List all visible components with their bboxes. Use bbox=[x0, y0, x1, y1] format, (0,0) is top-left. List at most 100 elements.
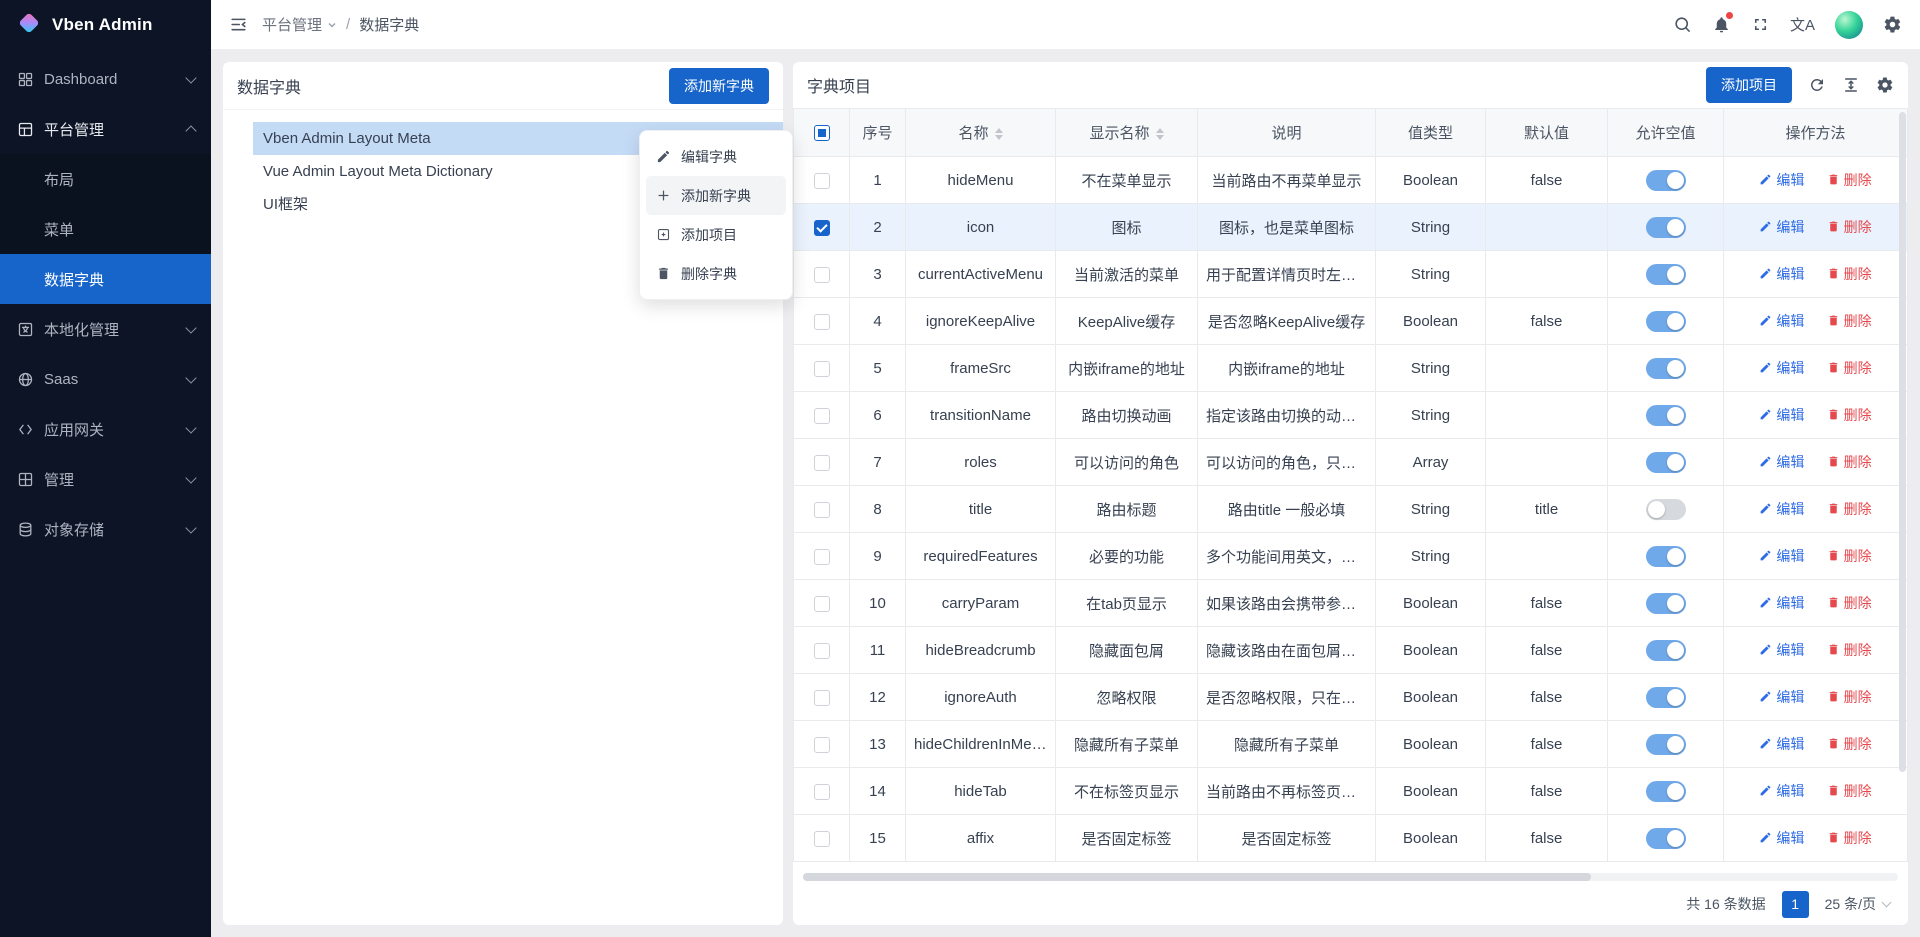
allow-null-toggle[interactable] bbox=[1646, 593, 1686, 614]
delete-button[interactable]: 删除 bbox=[1827, 734, 1872, 754]
allow-null-toggle[interactable] bbox=[1646, 499, 1686, 520]
edit-button[interactable]: 编辑 bbox=[1759, 687, 1804, 707]
delete-button[interactable]: 删除 bbox=[1827, 499, 1872, 519]
sidebar-item-app-gateway[interactable]: 应用网关 bbox=[0, 404, 211, 454]
column-header-name[interactable]: 名称 bbox=[906, 109, 1056, 157]
context-menu-item-edit-dictionary[interactable]: 编辑字典 bbox=[646, 137, 786, 176]
edit-button[interactable]: 编辑 bbox=[1759, 546, 1804, 566]
row-checkbox[interactable] bbox=[814, 502, 830, 518]
delete-button[interactable]: 删除 bbox=[1827, 640, 1872, 660]
allow-null-toggle[interactable] bbox=[1646, 452, 1686, 473]
row-checkbox[interactable] bbox=[814, 831, 830, 847]
row-checkbox[interactable] bbox=[814, 690, 830, 706]
edit-button[interactable]: 编辑 bbox=[1759, 828, 1804, 848]
add-item-button[interactable]: 添加项目 bbox=[1706, 67, 1792, 103]
allow-null-toggle[interactable] bbox=[1646, 311, 1686, 332]
delete-button[interactable]: 删除 bbox=[1827, 358, 1872, 378]
row-height-icon[interactable] bbox=[1842, 76, 1860, 94]
add-dictionary-button[interactable]: 添加新字典 bbox=[669, 68, 769, 104]
context-menu-item-add-dictionary[interactable]: 添加新字典 bbox=[646, 176, 786, 215]
language-translate-icon[interactable]: 文A bbox=[1790, 14, 1815, 35]
allow-null-toggle[interactable] bbox=[1646, 828, 1686, 849]
page-number-button[interactable]: 1 bbox=[1782, 891, 1809, 918]
edit-button[interactable]: 编辑 bbox=[1759, 452, 1804, 472]
vertical-scrollbar[interactable] bbox=[1899, 112, 1906, 829]
edit-button[interactable]: 编辑 bbox=[1759, 170, 1804, 190]
delete-button[interactable]: 删除 bbox=[1827, 170, 1872, 190]
refresh-icon[interactable] bbox=[1808, 76, 1826, 94]
allow-null-toggle[interactable] bbox=[1646, 546, 1686, 567]
allow-null-toggle[interactable] bbox=[1646, 640, 1686, 661]
row-checkbox[interactable] bbox=[814, 220, 830, 236]
delete-button[interactable]: 删除 bbox=[1827, 452, 1872, 472]
context-menu-item-add-item[interactable]: 添加项目 bbox=[646, 215, 786, 254]
allow-null-toggle[interactable] bbox=[1646, 264, 1686, 285]
row-checkbox[interactable] bbox=[814, 549, 830, 565]
column-header-display-name[interactable]: 显示名称 bbox=[1056, 109, 1198, 157]
vertical-scrollbar-thumb[interactable] bbox=[1899, 112, 1906, 772]
edit-button[interactable]: 编辑 bbox=[1759, 264, 1804, 284]
allow-null-toggle[interactable] bbox=[1646, 358, 1686, 379]
row-checkbox[interactable] bbox=[814, 596, 830, 612]
delete-button[interactable]: 删除 bbox=[1827, 593, 1872, 613]
page-size-select[interactable]: 25 条/页 bbox=[1825, 894, 1890, 914]
horizontal-scrollbar[interactable] bbox=[803, 873, 1898, 881]
sidebar-item-platform-management[interactable]: 平台管理 bbox=[0, 104, 211, 154]
context-menu-item-label: 删除字典 bbox=[681, 264, 737, 284]
theme-settings-gear-icon[interactable] bbox=[1883, 15, 1902, 34]
row-checkbox[interactable] bbox=[814, 408, 830, 424]
delete-button[interactable]: 删除 bbox=[1827, 217, 1872, 237]
app-logo[interactable]: Vben Admin bbox=[0, 0, 211, 50]
delete-button[interactable]: 删除 bbox=[1827, 687, 1872, 707]
allow-null-toggle[interactable] bbox=[1646, 781, 1686, 802]
context-menu-item-delete-dictionary[interactable]: 删除字典 bbox=[646, 254, 786, 293]
sidebar-item-management[interactable]: 管理 bbox=[0, 454, 211, 504]
row-checkbox[interactable] bbox=[814, 643, 830, 659]
allow-null-toggle[interactable] bbox=[1646, 217, 1686, 238]
row-checkbox[interactable] bbox=[814, 455, 830, 471]
allow-null-toggle[interactable] bbox=[1646, 687, 1686, 708]
edit-button[interactable]: 编辑 bbox=[1759, 311, 1804, 331]
sidebar-item-data-dictionary[interactable]: 数据字典 bbox=[0, 254, 211, 304]
breadcrumb-item-platform-management[interactable]: 平台管理 bbox=[262, 14, 337, 35]
allow-null-toggle[interactable] bbox=[1646, 734, 1686, 755]
delete-button[interactable]: 删除 bbox=[1827, 828, 1872, 848]
delete-button[interactable]: 删除 bbox=[1827, 405, 1872, 425]
sidebar-item-localization[interactable]: 本地化管理 bbox=[0, 304, 211, 354]
edit-button[interactable]: 编辑 bbox=[1759, 781, 1804, 801]
cell-name: frameSrc bbox=[906, 345, 1056, 392]
row-checkbox[interactable] bbox=[814, 737, 830, 753]
delete-button[interactable]: 删除 bbox=[1827, 311, 1872, 331]
delete-button[interactable]: 删除 bbox=[1827, 781, 1872, 801]
row-checkbox[interactable] bbox=[814, 314, 830, 330]
edit-button[interactable]: 编辑 bbox=[1759, 593, 1804, 613]
select-all-checkbox[interactable] bbox=[814, 125, 830, 141]
search-icon[interactable] bbox=[1673, 15, 1692, 34]
sidebar-item-menu[interactable]: 菜单 bbox=[0, 204, 211, 254]
edit-button[interactable]: 编辑 bbox=[1759, 734, 1804, 754]
user-avatar[interactable] bbox=[1835, 11, 1863, 39]
notifications-bell-icon[interactable] bbox=[1712, 15, 1731, 34]
edit-button[interactable]: 编辑 bbox=[1759, 358, 1804, 378]
row-checkbox[interactable] bbox=[814, 361, 830, 377]
delete-button[interactable]: 删除 bbox=[1827, 546, 1872, 566]
table-settings-gear-icon[interactable] bbox=[1876, 76, 1894, 94]
edit-button[interactable]: 编辑 bbox=[1759, 499, 1804, 519]
sidebar-item-dashboard[interactable]: Dashboard bbox=[0, 54, 211, 104]
sidebar-item-saas[interactable]: Saas bbox=[0, 354, 211, 404]
cell-description: 内嵌iframe的地址 bbox=[1198, 345, 1376, 392]
collapse-sidebar-icon[interactable] bbox=[229, 15, 248, 34]
row-checkbox[interactable] bbox=[814, 267, 830, 283]
allow-null-toggle[interactable] bbox=[1646, 170, 1686, 191]
horizontal-scrollbar-thumb[interactable] bbox=[803, 873, 1591, 881]
sidebar-item-object-storage[interactable]: 对象存储 bbox=[0, 504, 211, 554]
delete-button[interactable]: 删除 bbox=[1827, 264, 1872, 284]
fullscreen-icon[interactable] bbox=[1751, 15, 1770, 34]
row-checkbox[interactable] bbox=[814, 784, 830, 800]
edit-button[interactable]: 编辑 bbox=[1759, 640, 1804, 660]
edit-button[interactable]: 编辑 bbox=[1759, 217, 1804, 237]
sidebar-item-layout[interactable]: 布局 bbox=[0, 154, 211, 204]
row-checkbox[interactable] bbox=[814, 173, 830, 189]
allow-null-toggle[interactable] bbox=[1646, 405, 1686, 426]
edit-button[interactable]: 编辑 bbox=[1759, 405, 1804, 425]
